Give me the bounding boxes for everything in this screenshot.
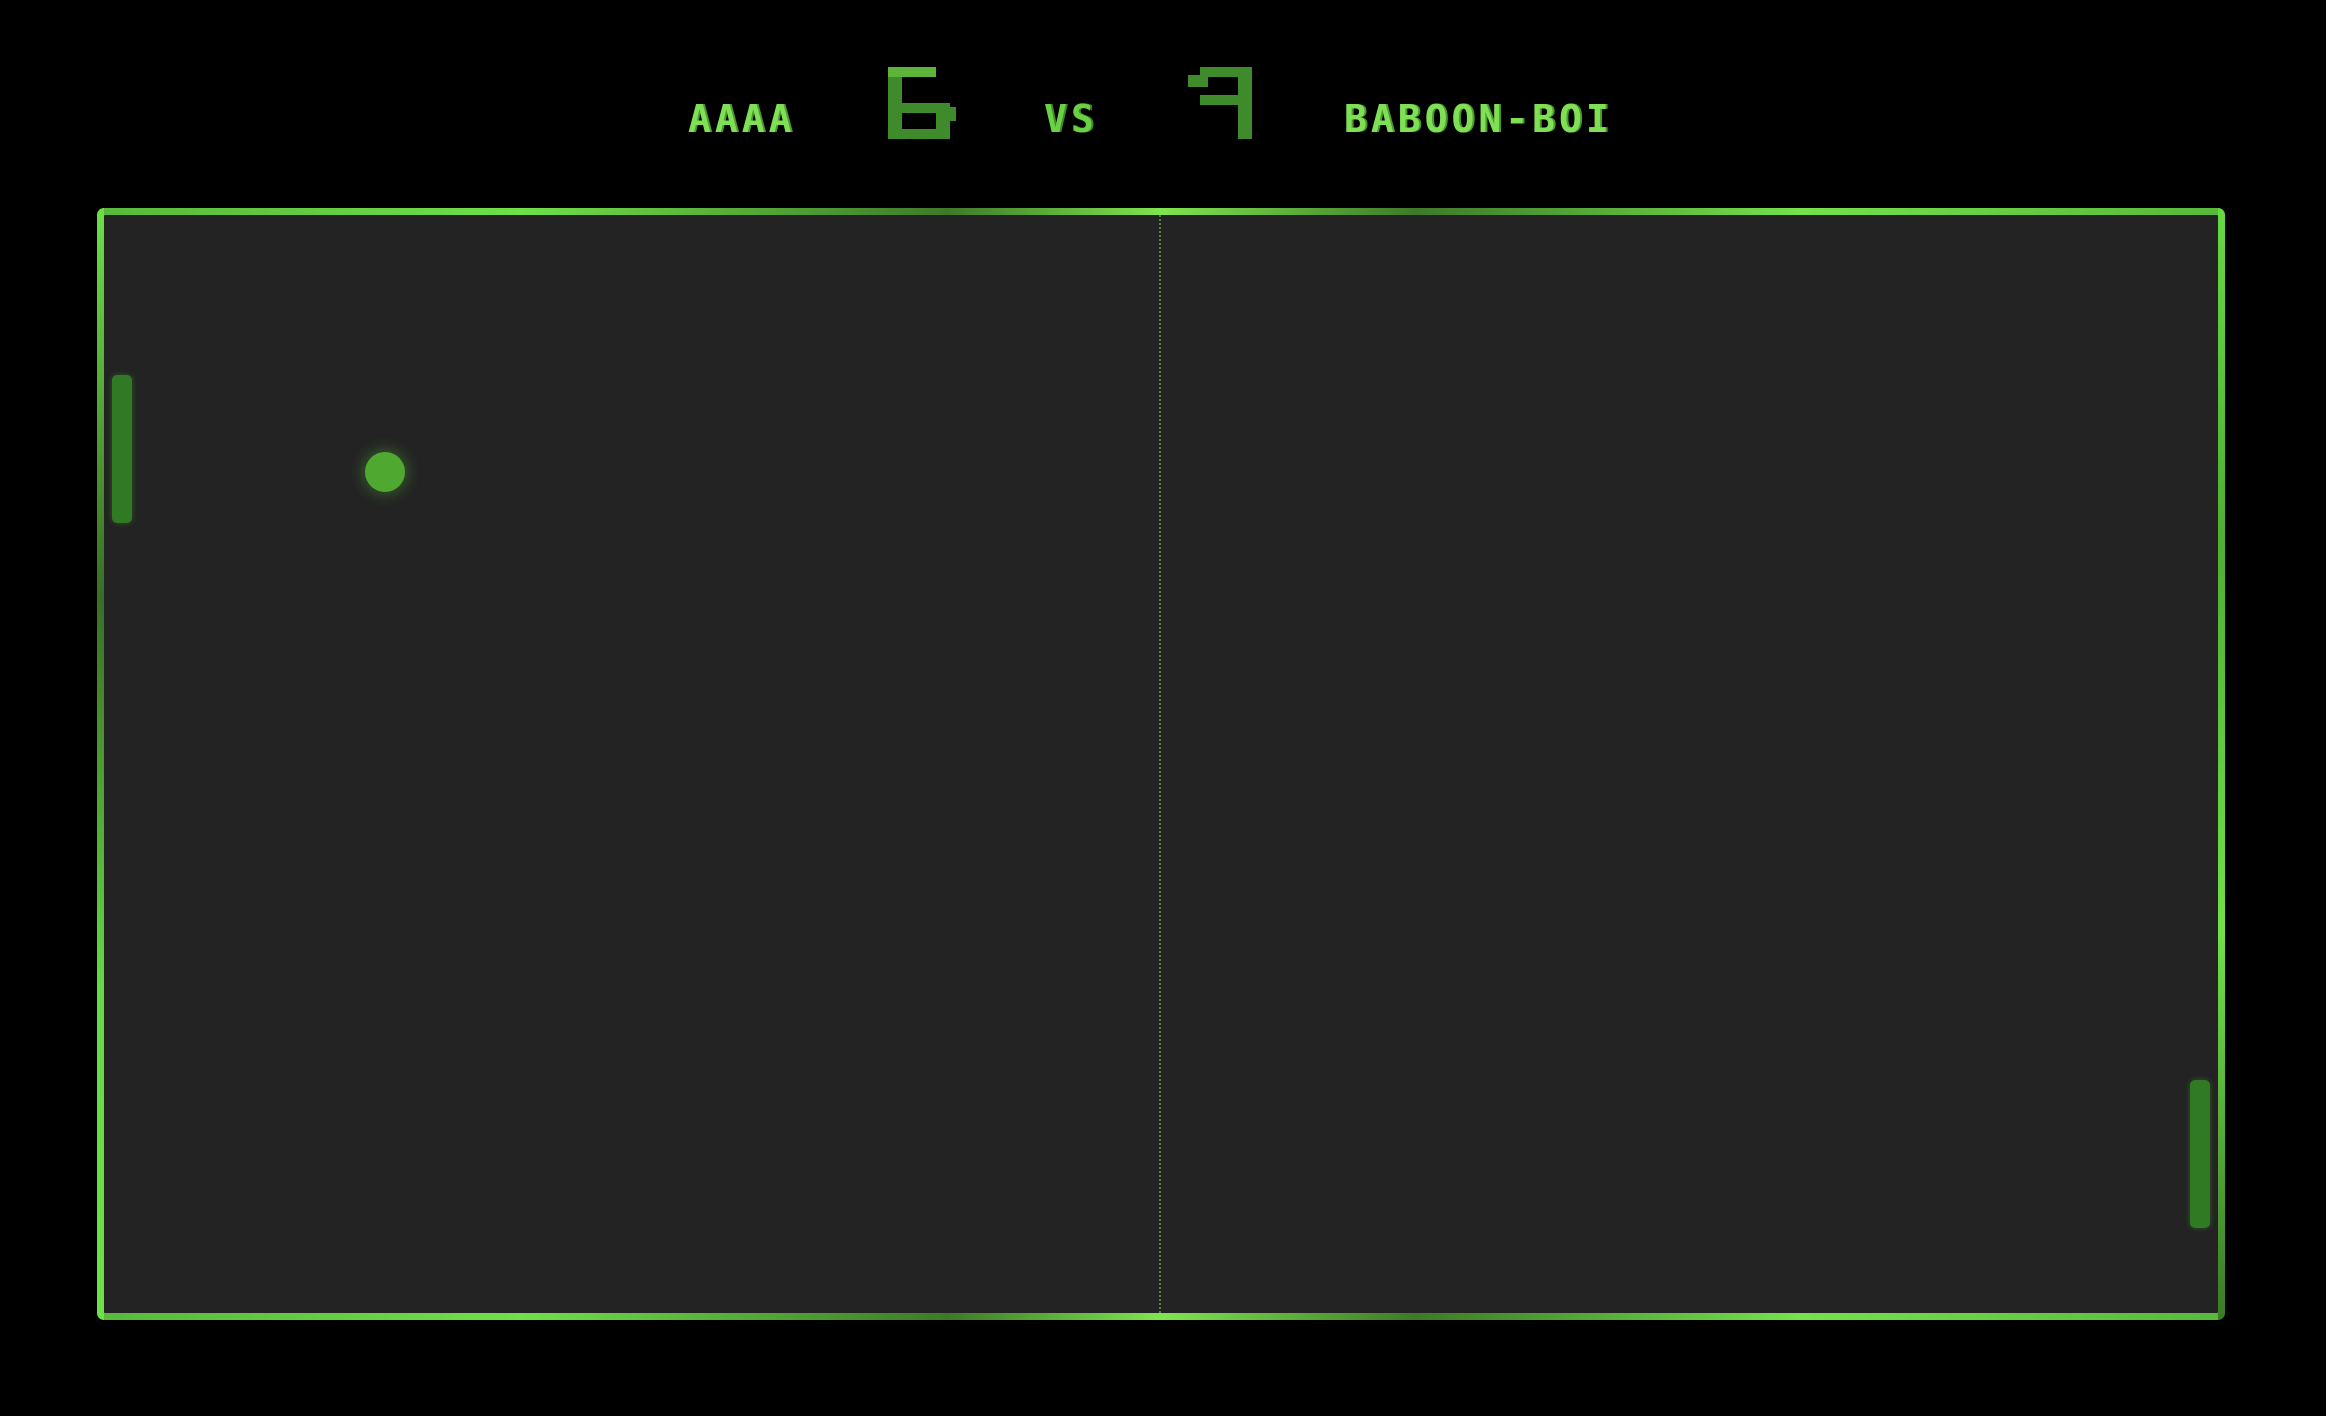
player-right-name: BABOON-BOI [1344,97,1613,141]
right-paddle[interactable] [2190,1080,2210,1228]
court-border-left [97,208,104,1320]
pong-court [97,208,2225,1320]
scoreboard: AAAA VS BABOON-BOI [0,55,2326,155]
score-left [888,67,956,139]
left-paddle[interactable] [112,375,132,523]
player-left-name: AAAA [688,97,796,141]
ball [365,452,405,492]
versus-label: VS [1044,97,1098,141]
game-stage: AAAA VS BABOON-BOI [0,0,2326,1416]
court-border-right [2218,208,2225,1320]
center-net-line [1159,215,1161,1313]
score-right [1188,67,1252,139]
